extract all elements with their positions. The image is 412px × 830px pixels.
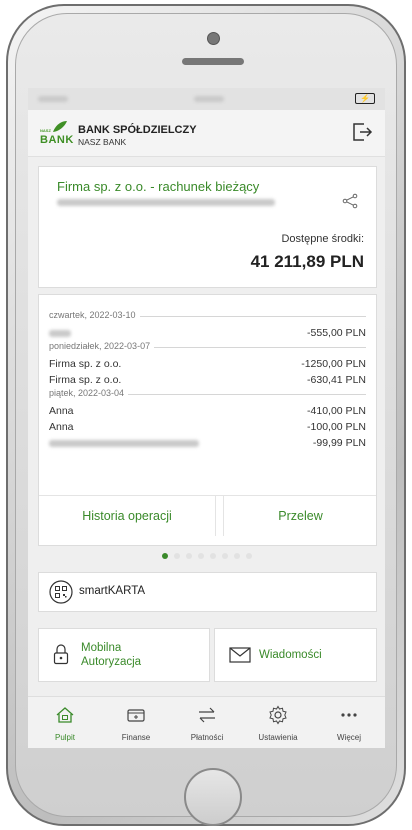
bank-name: BANK SPÓŁDZIELCZY bbox=[78, 124, 197, 136]
page-dot[interactable] bbox=[185, 553, 192, 559]
transaction-payee: Firma sp. z o.o. bbox=[49, 374, 122, 386]
leaf-icon bbox=[53, 121, 67, 132]
app-header: NASZ BANK BANK SPÓŁDZIELCZY NASZ BANK bbox=[28, 110, 385, 157]
tab-label: Płatności bbox=[190, 733, 224, 742]
page-dot[interactable] bbox=[233, 553, 240, 559]
account-number-redacted bbox=[57, 199, 275, 206]
bank-subtitle: NASZ BANK bbox=[78, 137, 127, 147]
transfer-arrows-icon bbox=[199, 707, 215, 723]
transaction-payee: Firma sp. z o.o. bbox=[49, 358, 122, 370]
app-screen: ⚡ NASZ BANK BANK SPÓŁDZIELCZY NASZ BANK … bbox=[28, 88, 385, 748]
transaction-payee: Anna bbox=[49, 421, 74, 433]
date-header: piątek, 2022-03-04 bbox=[49, 388, 366, 403]
tab-pulpit[interactable]: Pulpit bbox=[30, 697, 100, 748]
transaction-row[interactable]: Anna -410,00 PLN bbox=[49, 403, 366, 419]
battery-charging-icon: ⚡ bbox=[355, 93, 375, 104]
payee-redacted bbox=[49, 440, 199, 447]
transaction-list: czwartek, 2022-03-10 -555,00 PLN poniedz… bbox=[49, 310, 366, 451]
front-camera bbox=[207, 32, 220, 45]
page-dot[interactable] bbox=[161, 553, 168, 559]
transaction-amount: -99,99 PLN bbox=[312, 437, 366, 449]
smartkarta-card[interactable]: smartKARTA bbox=[38, 572, 377, 612]
transaction-row[interactable]: Firma sp. z o.o. -630,41 PLN bbox=[49, 372, 366, 388]
tab-platnosci[interactable]: Płatności bbox=[172, 697, 242, 748]
mobile-authorization-line1: Mobilna bbox=[81, 642, 122, 654]
account-name[interactable]: Firma sp. z o.o. - rachunek bieżący bbox=[57, 179, 259, 194]
account-card[interactable]: Firma sp. z o.o. - rachunek bieżący Dost… bbox=[38, 166, 377, 288]
transaction-row[interactable]: Firma sp. z o.o. -1250,00 PLN bbox=[49, 356, 366, 372]
date-header: czwartek, 2022-03-10 bbox=[49, 310, 366, 325]
transaction-amount: -555,00 PLN bbox=[307, 327, 366, 339]
tab-label: Więcej bbox=[336, 733, 361, 742]
page-dot[interactable] bbox=[197, 553, 204, 559]
page-dot[interactable] bbox=[209, 553, 216, 559]
messages-label: Wiadomości bbox=[259, 649, 322, 661]
logo-wordmark: BANK bbox=[40, 134, 74, 146]
share-icon[interactable] bbox=[342, 193, 358, 209]
tab-finanse[interactable]: Finanse bbox=[101, 697, 171, 748]
home-icon bbox=[56, 707, 74, 723]
more-icon bbox=[341, 713, 357, 717]
smartkarta-label: smartKARTA bbox=[79, 585, 146, 597]
transaction-amount: -410,00 PLN bbox=[307, 405, 366, 417]
page-dot[interactable] bbox=[221, 553, 228, 559]
time-redacted bbox=[194, 96, 224, 102]
transfer-button[interactable]: Przelew bbox=[223, 496, 377, 536]
home-button[interactable] bbox=[184, 768, 242, 826]
transaction-payee: Anna bbox=[49, 405, 74, 417]
page-dot[interactable] bbox=[245, 553, 252, 559]
transaction-row[interactable]: -99,99 PLN bbox=[49, 435, 366, 451]
carrier-redacted bbox=[38, 96, 68, 102]
transactions-card: czwartek, 2022-03-10 -555,00 PLN poniedz… bbox=[38, 294, 377, 546]
wallet-icon bbox=[127, 709, 145, 722]
lock-icon bbox=[53, 644, 69, 665]
mobile-authorization-card[interactable]: Mobilna Autoryzacja bbox=[38, 628, 210, 682]
qr-code-icon bbox=[49, 580, 73, 604]
mobile-authorization-label: Mobilna Autoryzacja bbox=[81, 641, 141, 669]
status-bar: ⚡ bbox=[28, 88, 385, 110]
page-dot[interactable] bbox=[173, 553, 180, 559]
transaction-actions: Historia operacji Przelew bbox=[39, 495, 376, 536]
history-button[interactable]: Historia operacji bbox=[39, 496, 216, 536]
messages-card[interactable]: Wiadomości bbox=[214, 628, 377, 682]
payee-redacted bbox=[49, 330, 71, 337]
available-funds-amount: 41 211,89 PLN bbox=[250, 252, 364, 271]
transaction-row[interactable]: Anna -100,00 PLN bbox=[49, 419, 366, 435]
tab-label: Pulpit bbox=[54, 733, 75, 742]
transaction-amount: -100,00 PLN bbox=[307, 421, 366, 433]
tab-label: Ustawienia bbox=[258, 733, 298, 742]
date-header: poniedziałek, 2022-03-07 bbox=[49, 341, 366, 356]
transaction-amount: -1250,00 PLN bbox=[301, 358, 366, 370]
gear-icon bbox=[269, 705, 287, 725]
logout-icon[interactable] bbox=[351, 120, 373, 144]
earpiece-speaker bbox=[182, 58, 244, 65]
available-funds-label: Dostępne środki: bbox=[281, 233, 364, 245]
transaction-amount: -630,41 PLN bbox=[307, 374, 366, 386]
mobile-authorization-line2: Autoryzacja bbox=[81, 656, 142, 668]
tab-wiecej[interactable]: Więcej bbox=[314, 697, 384, 748]
tab-ustawienia[interactable]: Ustawienia bbox=[243, 697, 313, 748]
logo-top-text: NASZ bbox=[40, 128, 51, 133]
tab-label: Finanse bbox=[121, 733, 151, 742]
bottom-tab-bar: Pulpit Finanse Płatności Ustawienia Więc… bbox=[28, 696, 385, 748]
envelope-icon bbox=[229, 647, 251, 663]
page-indicator[interactable] bbox=[28, 553, 385, 559]
transaction-row[interactable]: -555,00 PLN bbox=[49, 325, 366, 341]
